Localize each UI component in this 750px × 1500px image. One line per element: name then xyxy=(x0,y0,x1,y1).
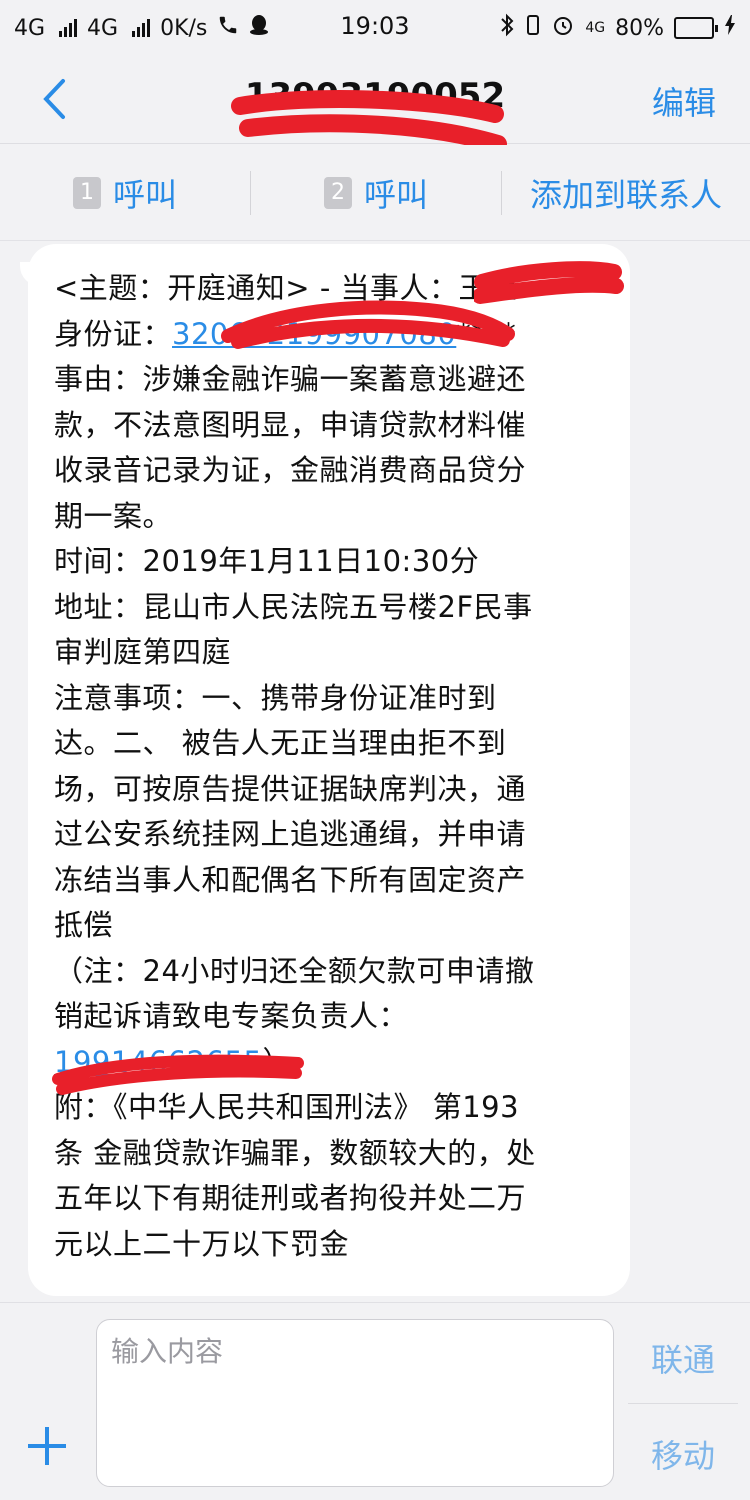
party-name: 王超 xyxy=(458,271,518,305)
back-button[interactable] xyxy=(34,74,74,124)
vibrate-icon xyxy=(525,13,541,43)
message-line: 条 金融贷款诈骗罪，数额较大的，处 xyxy=(54,1135,536,1170)
phone-number-link[interactable]: 19914662655 xyxy=(54,1045,262,1079)
network-type-2: 4G xyxy=(87,15,119,41)
message-line-id: 身份证：320602199907080**** xyxy=(54,316,517,351)
call-sim1-label: 呼叫 xyxy=(112,175,177,214)
message-line: 冻结当事人和配偶名下所有固定资产 xyxy=(54,862,527,897)
status-right: 4G 80% xyxy=(499,13,736,43)
message-line: （注：24小时归还全额欠款可申请撤 xyxy=(54,953,535,988)
battery-percent: 80% xyxy=(615,15,664,41)
plus-icon[interactable] xyxy=(26,1425,68,1467)
id-number-link[interactable]: 320602199907080 xyxy=(172,317,456,351)
action-bar: 1 呼叫 2 呼叫 添加到联系人 xyxy=(0,145,750,241)
bluetooth-icon xyxy=(499,13,515,43)
edit-button[interactable]: 编辑 xyxy=(652,78,716,124)
network-type-1: 4G xyxy=(14,15,46,41)
message-line: 审判庭第四庭 xyxy=(54,635,232,669)
message-line: 注意事项：一、携带身份证准时到 xyxy=(54,680,497,715)
message-line: 收录音记录为证，金融消费商品贷分 xyxy=(54,453,527,487)
message-line: 地址：昆山市人民法院五号楼2F民事 xyxy=(54,589,533,624)
sim1-icon: 1 xyxy=(72,176,101,209)
id-mask: **** xyxy=(456,316,517,351)
status-bar: 4G 4G 0K/s 19:03 4G 80% xyxy=(0,0,750,56)
send-unicom-button[interactable]: 联通 xyxy=(628,1335,738,1381)
network-type-3: 4G xyxy=(585,20,606,36)
contact-number-title: 13993190052 xyxy=(244,76,506,116)
call-sim1-button[interactable]: 1 呼叫 xyxy=(0,145,250,240)
sim2-icon: 2 xyxy=(323,176,352,209)
phone-suffix: ） xyxy=(262,1044,292,1079)
message-line: 五年以下有期徒刑或者拘役并处二万 xyxy=(54,1181,527,1215)
status-left: 4G 4G 0K/s xyxy=(14,14,269,42)
call-sim2-button[interactable]: 2 呼叫 xyxy=(251,145,501,240)
compose-bar: 联通 移动 xyxy=(0,1302,750,1500)
phone-call-icon xyxy=(217,14,239,42)
message-input[interactable] xyxy=(96,1319,614,1487)
call-sim2-label: 呼叫 xyxy=(363,175,428,214)
message-line: 事由：涉嫌金融诈骗一案蓄意逃避还 xyxy=(54,362,527,396)
navigation-bar: 13993190052 编辑 xyxy=(0,56,750,203)
chevron-left-icon xyxy=(43,79,65,119)
message-line: 款，不法意图明显，申请贷款材料催 xyxy=(54,407,527,442)
message-line: 达。二、 被告人无正当理由拒不到 xyxy=(54,726,507,760)
message-line: 抵偿 xyxy=(54,908,114,942)
divider xyxy=(628,1403,738,1404)
message-line: 元以上二十万以下罚金 xyxy=(54,1226,350,1261)
message-line: 附：《中华人民共和国刑法》 第193 xyxy=(54,1090,520,1124)
network-speed: 0K/s xyxy=(160,15,208,41)
message-line: 期一案。 xyxy=(54,498,173,533)
alarm-icon xyxy=(551,13,575,43)
signal-icon xyxy=(59,19,78,37)
message-list[interactable]: <主题：开庭通知> - 当事人：王超 身份证：320602199907080**… xyxy=(0,242,750,1302)
message-line-subject: <主题：开庭通知> - 当事人：王超 xyxy=(54,271,518,305)
message-line-phone: 19914662655） xyxy=(54,1040,604,1086)
message-line: 场，可按原告提供证据缺席判决，通 xyxy=(54,771,527,806)
message-bubble[interactable]: <主题：开庭通知> - 当事人：王超 身份证：320602199907080**… xyxy=(28,244,630,1296)
message-line: 过公安系统挂网上追逃通缉，并申请 xyxy=(54,817,527,851)
add-to-contacts-button[interactable]: 添加到联系人 xyxy=(502,145,750,240)
message-line: 销起诉请致电专案负责人： xyxy=(54,999,409,1033)
qq-icon xyxy=(249,14,269,42)
send-mobile-button[interactable]: 移动 xyxy=(628,1431,738,1477)
battery-icon xyxy=(674,17,718,39)
message-line: 时间：2019年1月11日10:30分 xyxy=(54,544,480,578)
charging-icon xyxy=(724,14,736,42)
signal-icon-2 xyxy=(132,19,151,37)
